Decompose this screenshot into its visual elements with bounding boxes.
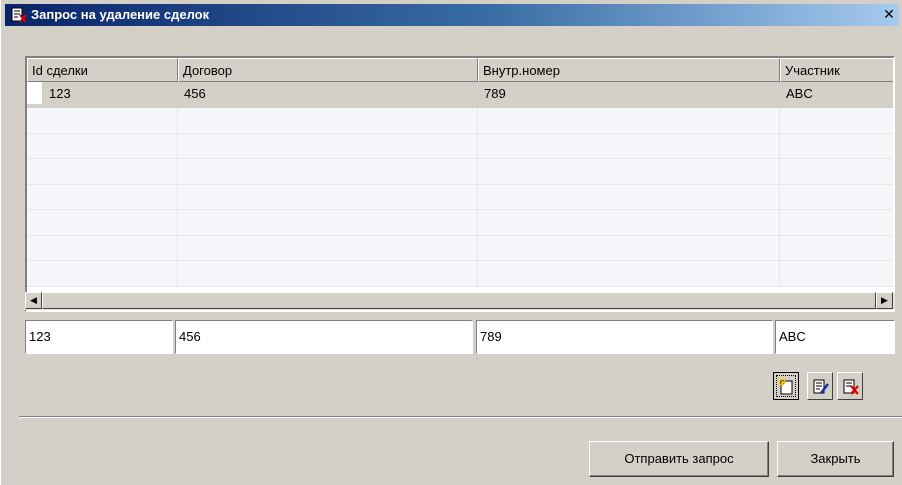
empty-cell[interactable] <box>780 159 893 185</box>
empty-cell[interactable] <box>780 235 893 261</box>
empty-cell[interactable] <box>780 210 893 236</box>
table-row[interactable]: 123 456 789 ABC <box>27 82 893 108</box>
table-row-empty[interactable] <box>27 108 893 134</box>
empty-cell[interactable] <box>27 133 178 159</box>
delete-record-icon <box>843 379 859 395</box>
empty-cell[interactable] <box>178 261 478 287</box>
empty-cell[interactable] <box>478 108 780 134</box>
column-header-participant[interactable]: Участник <box>780 58 893 82</box>
close-icon[interactable]: ✕ <box>881 7 897 23</box>
horizontal-scrollbar[interactable]: ◀ ▶ <box>25 292 895 310</box>
separator <box>19 416 902 418</box>
cell-participant[interactable]: ABC <box>780 82 893 108</box>
empty-cell[interactable] <box>27 235 178 261</box>
grid-body: 123 456 789 ABC <box>27 82 893 287</box>
table-row-empty[interactable] <box>27 159 893 185</box>
grid-header: Id сделки Договор Внутр.номер Участник <box>27 58 893 82</box>
deals-grid[interactable]: Id сделки Договор Внутр.номер Участник 1… <box>25 56 895 312</box>
empty-cell[interactable] <box>178 159 478 185</box>
row-indicator <box>27 82 43 104</box>
empty-cell[interactable] <box>178 108 478 134</box>
delete-record-button[interactable] <box>837 372 863 400</box>
edit-fields-row: 123 456 789 ABC <box>25 320 895 354</box>
contract-field[interactable]: 456 <box>175 320 473 354</box>
empty-cell[interactable] <box>780 184 893 210</box>
scroll-right-icon[interactable]: ▶ <box>876 292 893 309</box>
column-header-contract[interactable]: Договор <box>178 58 478 82</box>
table-row-empty[interactable] <box>27 210 893 236</box>
empty-cell[interactable] <box>178 133 478 159</box>
close-glyph: ✕ <box>883 6 895 22</box>
empty-cell[interactable] <box>780 261 893 287</box>
empty-cell[interactable] <box>478 210 780 236</box>
empty-cell[interactable] <box>478 261 780 287</box>
empty-cell[interactable] <box>178 210 478 236</box>
cell-id[interactable]: 123 <box>27 82 178 108</box>
empty-cell[interactable] <box>780 108 893 134</box>
internal-number-field[interactable]: 789 <box>476 320 773 354</box>
document-delete-icon <box>11 7 27 23</box>
empty-cell[interactable] <box>178 235 478 261</box>
column-header-id[interactable]: Id сделки <box>27 58 178 82</box>
edit-record-icon <box>813 379 829 394</box>
empty-cell[interactable] <box>27 108 178 134</box>
empty-cell[interactable] <box>780 133 893 159</box>
new-record-button[interactable] <box>773 372 799 400</box>
empty-cell[interactable] <box>478 133 780 159</box>
empty-cell[interactable] <box>27 210 178 236</box>
id-field[interactable]: 123 <box>25 320 173 354</box>
empty-cell[interactable] <box>478 184 780 210</box>
dialog-window: Запрос на удаление сделок ✕ Id сделки До… <box>0 0 902 485</box>
column-header-internal-number[interactable]: Внутр.номер <box>478 58 780 82</box>
cell-internal-number[interactable]: 789 <box>478 82 780 108</box>
table-row-empty[interactable] <box>27 133 893 159</box>
title-bar[interactable]: Запрос на удаление сделок ✕ <box>5 4 899 26</box>
cell-contract[interactable]: 456 <box>178 82 478 108</box>
cell-id-value: 123 <box>49 86 71 101</box>
scroll-left-icon[interactable]: ◀ <box>25 292 42 309</box>
empty-cell[interactable] <box>178 184 478 210</box>
participant-field[interactable]: ABC <box>775 320 895 354</box>
empty-cell[interactable] <box>478 159 780 185</box>
empty-cell[interactable] <box>27 184 178 210</box>
empty-cell[interactable] <box>478 235 780 261</box>
edit-record-button[interactable] <box>807 372 833 400</box>
close-button[interactable]: Закрыть <box>777 441 894 477</box>
window-title: Запрос на удаление сделок <box>31 7 210 22</box>
table-row-empty[interactable] <box>27 261 893 287</box>
send-request-button[interactable]: Отправить запрос <box>589 441 769 477</box>
scroll-thumb[interactable] <box>42 292 876 309</box>
table-row-empty[interactable] <box>27 235 893 261</box>
table-row-empty[interactable] <box>27 184 893 210</box>
new-record-icon <box>778 378 793 395</box>
empty-cell[interactable] <box>27 159 178 185</box>
empty-cell[interactable] <box>27 261 178 287</box>
